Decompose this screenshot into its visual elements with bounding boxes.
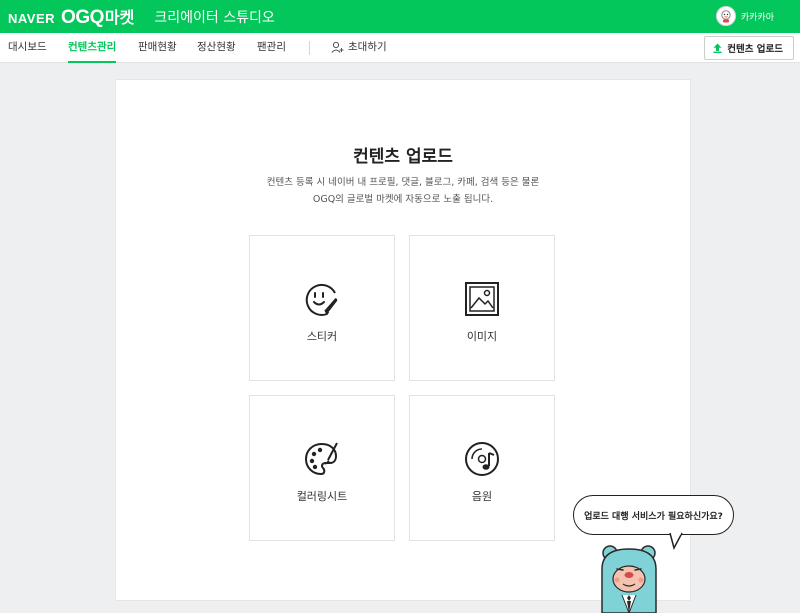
nav-sales-status[interactable]: 판매현황: [138, 33, 177, 62]
image-label: 이미지: [466, 330, 498, 343]
coloring-sheet-label: 컬러링시트: [296, 490, 348, 503]
image-tile[interactable]: 이미지: [409, 235, 555, 381]
add-person-icon: [331, 41, 344, 53]
nav-fan-management[interactable]: 팬관리: [257, 33, 286, 62]
nav-settlement-status[interactable]: 정산현황: [197, 33, 236, 62]
user-avatar-icon: [721, 10, 731, 23]
music-label: 음원: [471, 490, 493, 503]
upload-arrow-icon: [713, 43, 722, 53]
user-name: 카카카아: [740, 12, 774, 23]
upload-service-help-bubble[interactable]: 업로드 대행 서비스가 필요하신가요?: [573, 495, 734, 535]
invite-label: 초대하기: [348, 41, 387, 53]
invite-link[interactable]: 초대하기: [331, 33, 387, 62]
page-description: 컨텐츠 등록 시 네이버 내 프로필, 댓글, 블로그, 카페, 검색 등은 물…: [116, 174, 690, 208]
music-tile[interactable]: 음원: [409, 395, 555, 541]
description-line-2: OGQ의 글로벌 마켓에 자동으로 노출 됩니다.: [312, 194, 494, 205]
image-icon: [465, 282, 499, 316]
brand-naver: NAVER: [8, 11, 56, 26]
nav-divider: [309, 41, 310, 55]
upload-button-label: 컨텐츠 업로드: [727, 44, 783, 55]
coloring-sheet-tile[interactable]: 컬러링시트: [249, 395, 395, 541]
page-title: 컨텐츠 업로드: [353, 147, 453, 167]
sub-navigation: 대시보드 컨텐츠관리 판매현황 정산현황 팬관리 초대하기 컨텐츠 업로드: [0, 33, 800, 63]
user-menu[interactable]: 카카카아: [715, 6, 774, 26]
bubble-tail-icon: [669, 532, 683, 550]
brand-market: 마켓: [104, 8, 135, 27]
studio-title: 크리에이터 스튜디오: [154, 9, 275, 26]
music-disc-icon: [465, 442, 499, 476]
palette-icon: [304, 442, 338, 476]
upload-content-button[interactable]: 컨텐츠 업로드: [704, 36, 794, 60]
brand-ogq: OGQ: [61, 7, 104, 28]
sticker-tile[interactable]: 스티커: [249, 235, 395, 381]
top-bar: NAVER OGQ 마켓 크리에이터 스튜디오 카카카아: [0, 0, 800, 33]
brand-logo[interactable]: NAVER OGQ 마켓: [8, 4, 134, 29]
avatar[interactable]: [715, 6, 736, 26]
help-bubble-text: 업로드 대행 서비스가 필요하신가요?: [584, 511, 723, 522]
bear-mascot-icon[interactable]: [598, 543, 660, 613]
sticker-icon: [305, 283, 338, 316]
nav-content-management[interactable]: 컨텐츠관리: [68, 33, 117, 63]
description-line-1: 컨텐츠 등록 시 네이버 내 프로필, 댓글, 블로그, 카페, 검색 등은 물…: [266, 177, 540, 188]
nav-dashboard[interactable]: 대시보드: [8, 33, 47, 62]
sticker-label: 스티커: [306, 330, 338, 343]
